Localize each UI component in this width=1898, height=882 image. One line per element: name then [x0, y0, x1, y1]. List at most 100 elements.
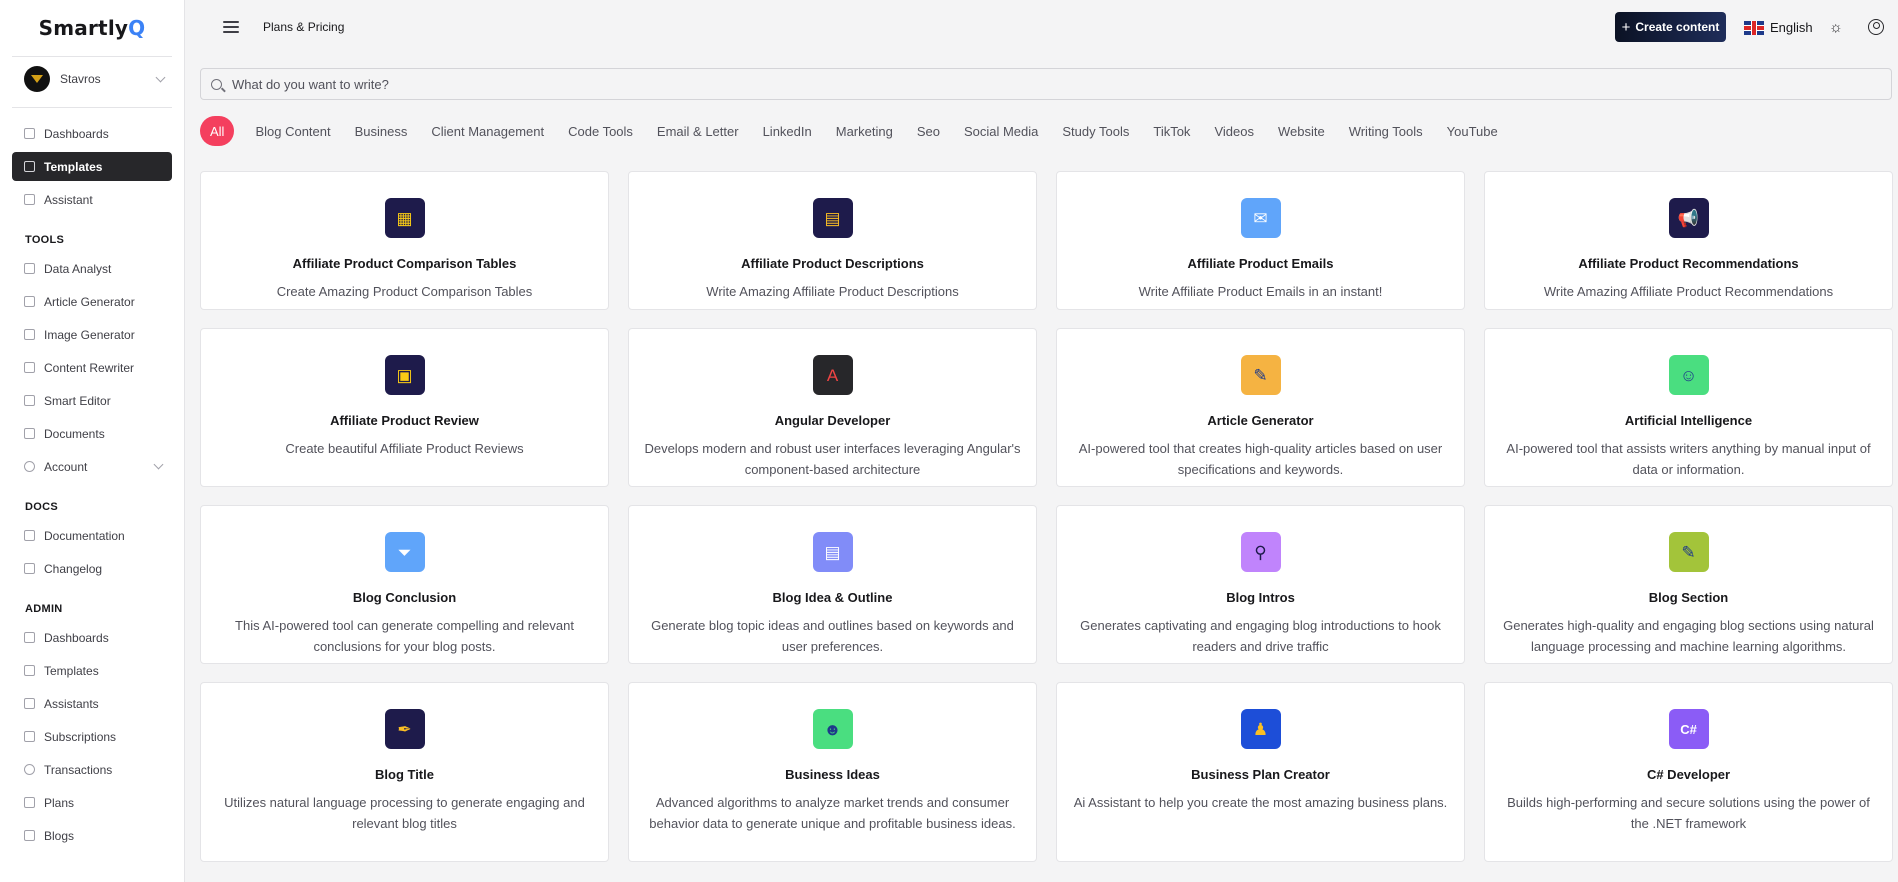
nav-label: Assistant — [44, 192, 93, 207]
filter-chip-study-tools[interactable]: Study Tools — [1050, 116, 1141, 146]
filter-chip-tiktok[interactable]: TikTok — [1141, 116, 1202, 146]
filter-chip-email-letter[interactable]: Email & Letter — [645, 116, 751, 146]
template-card[interactable]: ▣ Affiliate Product Review Create beautifu… — [200, 328, 609, 487]
nav-documents[interactable]: Documents — [12, 419, 172, 448]
template-description: Builds high-performing and secure soluti… — [1507, 795, 1870, 831]
pencil-icon: ✎ — [1668, 532, 1709, 572]
divider — [12, 56, 172, 57]
tools-heading: TOOLS — [25, 234, 65, 246]
filter-chip-client-management[interactable]: Client Management — [419, 116, 556, 146]
template-title: Blog Conclusion — [352, 590, 457, 605]
changelog-icon — [24, 563, 35, 574]
nav-admin-assistants[interactable]: Assistants — [12, 689, 172, 718]
template-card[interactable]: ▤ Blog Idea & Outline Generate blog topic … — [628, 505, 1037, 664]
docs-nav: Documentation Changelog — [0, 521, 184, 583]
template-card[interactable]: ✎ Article Generator AI-powered tool that c… — [1056, 328, 1465, 487]
nav-label: Subscriptions — [44, 729, 117, 744]
create-content-label: Create content — [1635, 20, 1720, 34]
chart-icon — [24, 263, 35, 274]
dashboard-icon — [24, 128, 35, 139]
nav-admin-templates[interactable]: Templates — [12, 656, 172, 685]
nav-label: Templates — [44, 159, 103, 174]
template-card[interactable]: C# C# Developer Builds high-performing and… — [1484, 682, 1893, 862]
nav-label: Documents — [44, 426, 105, 441]
search-bar — [200, 68, 1892, 100]
sun-icon[interactable]: ☼ — [1829, 20, 1843, 35]
nav-label: Blogs — [44, 828, 75, 843]
nav-data-analyst[interactable]: Data Analyst — [12, 254, 172, 283]
file-icon — [24, 530, 35, 541]
template-title: Angular Developer — [774, 413, 891, 428]
filter-chip-seo[interactable]: Seo — [905, 116, 952, 146]
logo-text: Smartly — [38, 16, 129, 40]
template-card[interactable]: ☺ Artificial Intelligence AI-powered tool … — [1484, 328, 1893, 487]
nav-admin-subscriptions[interactable]: Subscriptions — [12, 722, 172, 751]
nav-admin-transactions[interactable]: Transactions — [12, 755, 172, 784]
note-icon: ▤ — [812, 198, 853, 238]
coin-icon — [24, 764, 35, 775]
chevron-down-icon — [153, 459, 164, 470]
filter-chip-social-media[interactable]: Social Media — [952, 116, 1050, 146]
nav-assistant[interactable]: Assistant — [12, 185, 172, 214]
nav-admin-blogs[interactable]: Blogs — [12, 821, 172, 850]
nav-smart-editor[interactable]: Smart Editor — [12, 386, 172, 415]
template-card[interactable]: ✒ Blog Title Utilizes natural language pro… — [200, 682, 609, 862]
language-selector[interactable]: English — [1744, 20, 1813, 35]
filter-chip-business[interactable]: Business — [343, 116, 420, 146]
template-card[interactable]: ⚲ Blog Intros Generates captivating and en… — [1056, 505, 1465, 664]
template-card[interactable]: ✎ Blog Section Generates high-quality and … — [1484, 505, 1893, 664]
template-description: Advanced algorithms to analyze market tr… — [649, 795, 1016, 831]
template-card[interactable]: ✉ Affiliate Product Emails Write Affiliate… — [1056, 171, 1465, 310]
template-card[interactable]: A Angular Developer Develops modern and ro… — [628, 328, 1037, 487]
template-card[interactable]: ▦ Affiliate Product Comparison Tables Crea… — [200, 171, 609, 310]
admin-nav: Dashboards Templates Assistants Subscrip… — [0, 623, 184, 850]
template-title: Affiliate Product Review — [330, 413, 479, 428]
filter-chip-videos[interactable]: Videos — [1202, 116, 1266, 146]
user-switcher[interactable]: Stavros — [0, 58, 184, 100]
filter-chip-marketing[interactable]: Marketing — [824, 116, 905, 146]
grid-icon: ▦ — [384, 198, 425, 238]
search-input[interactable] — [232, 76, 1832, 92]
nav-admin-plans[interactable]: Plans — [12, 788, 172, 817]
menu-icon[interactable] — [223, 21, 239, 33]
nav-label: Data Analyst — [44, 261, 112, 276]
nav-article-generator[interactable]: Article Generator — [12, 287, 172, 316]
template-title: Affiliate Product Recommendations — [1578, 256, 1799, 271]
user-circle-icon[interactable] — [1868, 19, 1884, 35]
nav-templates[interactable]: Templates — [12, 152, 172, 181]
folder-icon — [24, 428, 35, 439]
filter-chip-youtube[interactable]: YouTube — [1435, 116, 1510, 146]
filter-chip-linkedin[interactable]: LinkedIn — [751, 116, 824, 146]
filter-chip-website[interactable]: Website — [1266, 116, 1337, 146]
filter-chip-all[interactable]: All — [200, 116, 235, 146]
template-description: Write Affiliate Product Emails in an ins… — [1138, 284, 1383, 299]
app-logo[interactable]: Smartly Q — [0, 0, 184, 56]
template-card[interactable]: ♟ Business Plan Creator Ai Assistant to he… — [1056, 682, 1465, 862]
nav-label: Article Generator — [44, 294, 135, 309]
filter-chip-writing-tools[interactable]: Writing Tools — [1337, 116, 1435, 146]
create-content-button[interactable]: + Create content — [1615, 12, 1726, 42]
template-description: Develops modern and robust user interfac… — [644, 441, 1021, 477]
nav-dashboards[interactable]: Dashboards — [12, 119, 172, 148]
breadcrumb-plans-pricing[interactable]: Plans & Pricing — [263, 20, 344, 34]
template-card[interactable]: 📢 Affiliate Product Recommendations Write … — [1484, 171, 1893, 310]
nav-image-generator[interactable]: Image Generator — [12, 320, 172, 349]
template-title: Affiliate Product Descriptions — [741, 256, 924, 271]
template-card[interactable]: ▤ Affiliate Product Descriptions Write Ama… — [628, 171, 1037, 310]
template-card[interactable]: ⏷ Blog Conclusion This AI-powered tool can… — [200, 505, 609, 664]
chat-icon — [24, 698, 35, 709]
nav-changelog[interactable]: Changelog — [12, 554, 172, 583]
filter-chip-blog-content[interactable]: Blog Content — [243, 116, 342, 146]
template-description: Generates captivating and engaging blog … — [1080, 618, 1441, 654]
tools-nav: Data Analyst Article Generator Image Gen… — [0, 254, 184, 481]
template-card[interactable]: ☻ Business Ideas Advanced algorithms to an… — [628, 682, 1037, 862]
nav-account[interactable]: Account — [12, 452, 172, 481]
layers-icon — [24, 665, 35, 676]
nav-admin-dashboards[interactable]: Dashboards — [12, 623, 172, 652]
rss-icon — [24, 830, 35, 841]
filter-chip-code-tools[interactable]: Code Tools — [556, 116, 645, 146]
nav-documentation[interactable]: Documentation — [12, 521, 172, 550]
user-name: Stavros — [60, 72, 101, 86]
template-title: Blog Idea & Outline — [772, 590, 893, 605]
nav-content-rewriter[interactable]: Content Rewriter — [12, 353, 172, 382]
